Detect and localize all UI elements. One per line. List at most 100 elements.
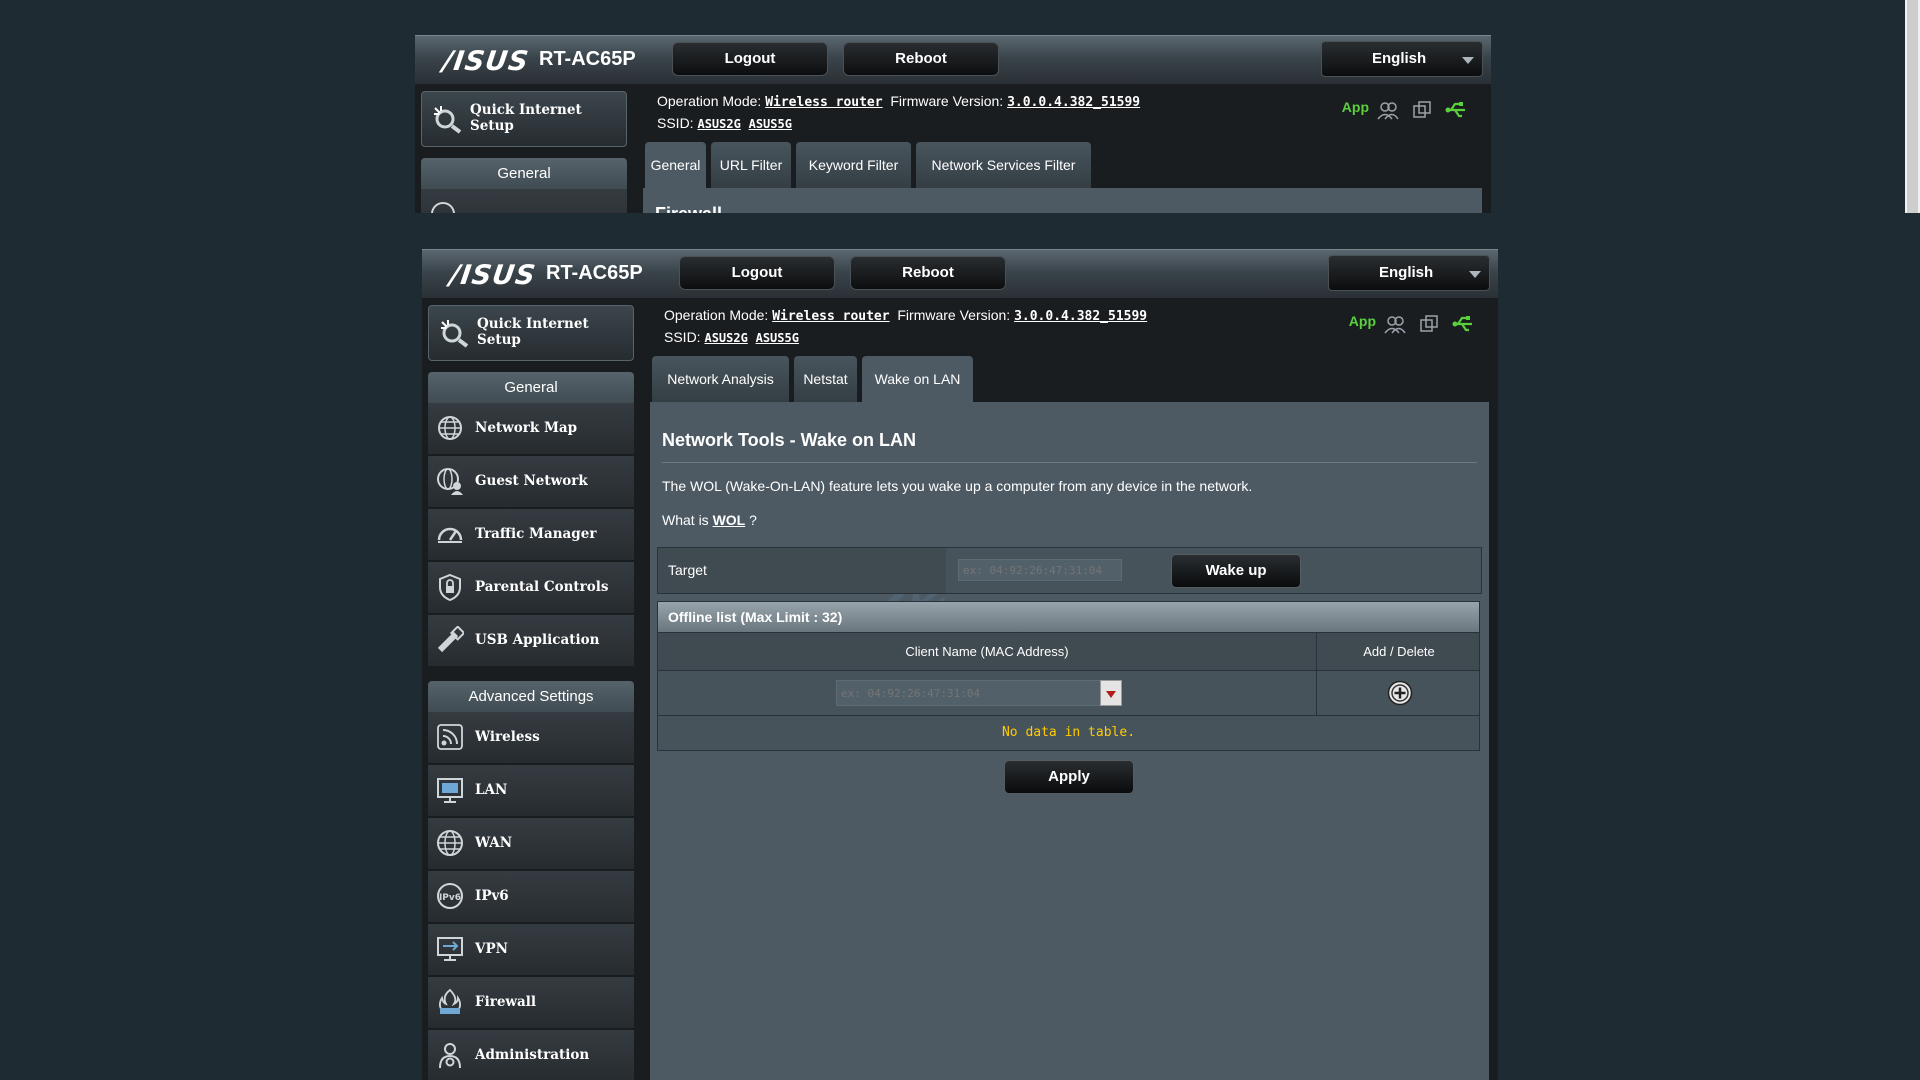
tab-network-analysis[interactable]: Network Analysis <box>652 356 789 402</box>
sidebar-item-parental-controls[interactable]: Parental Controls <box>428 562 634 614</box>
vpn-icon <box>437 937 463 961</box>
firmware-label: Firmware Version: <box>897 307 1011 323</box>
firewall-icon <box>439 988 461 1014</box>
no-data-message: No data in table. <box>657 716 1480 751</box>
sidebar-item-label: USB Application <box>475 632 600 648</box>
ssid-2g-link[interactable]: ASUS2G <box>697 117 740 131</box>
sidebar-item-administration[interactable]: Administration <box>428 1030 634 1080</box>
gauge-icon <box>437 527 463 543</box>
sidebar-item-vpn[interactable]: VPN <box>428 924 634 976</box>
sidebar-item-label: Parental Controls <box>475 579 609 595</box>
content-panel: Firewall <box>643 188 1482 213</box>
app-link[interactable]: App <box>1349 313 1376 329</box>
operation-mode-link[interactable]: Wireless router <box>772 309 889 324</box>
sidebar-item-label: WAN <box>475 835 513 851</box>
copy-window-icon[interactable] <box>1411 99 1433 121</box>
guest-network-icon <box>437 468 463 495</box>
quick-internet-setup-button[interactable]: Quick Internet Setup <box>428 305 634 361</box>
sidebar-item-lan[interactable]: LAN <box>428 765 634 817</box>
language-value: English <box>1372 50 1427 67</box>
target-label: Target <box>658 548 946 593</box>
lock-shield-icon <box>439 573 461 601</box>
sidebar-item-label: IPv6 <box>475 888 509 904</box>
firmware-label: Firmware Version: <box>890 93 1004 109</box>
firmware-link[interactable]: 3.0.0.4.382_51599 <box>1014 309 1147 324</box>
usb-icon[interactable] <box>1445 99 1467 121</box>
asus-logo: /ISUS <box>440 46 531 77</box>
logout-button[interactable]: Logout <box>679 256 835 290</box>
sidebar-item-guest-network[interactable]: Guest Network <box>428 456 634 508</box>
operation-mode-link[interactable]: Wireless router <box>765 95 882 110</box>
target-mac-input[interactable] <box>958 559 1122 581</box>
table-input-row <box>657 671 1480 716</box>
firmware-link[interactable]: 3.0.0.4.382_51599 <box>1007 95 1140 110</box>
model-name: RT-AC65P <box>546 262 643 284</box>
sidebar-item-ipv6[interactable]: IPv6 IPv6 <box>428 871 634 923</box>
tab-general[interactable]: General <box>645 142 706 188</box>
model-name: RT-AC65P <box>539 48 636 70</box>
app-link[interactable]: App <box>1342 99 1369 115</box>
wake-up-button[interactable]: Wake up <box>1171 554 1301 588</box>
language-select[interactable]: English <box>1328 255 1490 291</box>
chevron-down-icon <box>1106 691 1116 698</box>
content-panel: Te Network Tools - Wake on LAN The WOL (… <box>650 402 1489 1080</box>
sidebar-item-traffic-manager[interactable]: Traffic Manager <box>428 509 634 561</box>
sidebar-item-firewall[interactable]: Firewall <box>428 977 634 1029</box>
background-router-window: /ISUS RT-AC65P Logout Reboot English Qui… <box>415 35 1491 213</box>
usb-icon[interactable] <box>1452 313 1474 335</box>
sidebar-item-wan[interactable]: WAN <box>428 818 634 870</box>
usb-icon <box>437 626 464 653</box>
scrollbar-thumb[interactable] <box>1907 0 1918 213</box>
status-icons: App <box>1323 99 1483 121</box>
sidebar-item-wireless[interactable]: Wireless <box>428 712 634 764</box>
offline-list-header: Offline list (Max Limit : 32) <box>657 601 1480 633</box>
ssid-2g-link[interactable]: ASUS2G <box>704 331 747 345</box>
quick-internet-setup-button[interactable]: Quick Internet Setup <box>421 91 627 147</box>
status-info: Operation Mode: Wireless router Firmware… <box>657 91 1140 134</box>
client-dropdown-button[interactable] <box>1100 680 1122 706</box>
client-mac-input[interactable] <box>836 680 1122 706</box>
advanced-settings-header: Advanced Settings <box>428 681 634 712</box>
copy-window-icon[interactable] <box>1418 313 1440 335</box>
tab-wake-on-lan[interactable]: Wake on LAN <box>862 356 973 402</box>
operation-mode-label: Operation Mode: <box>657 93 762 109</box>
language-select[interactable]: English <box>1321 41 1483 77</box>
ssid-label: SSID: <box>664 329 701 345</box>
tab-keyword-filter[interactable]: Keyword Filter <box>796 142 911 188</box>
title-divider <box>662 462 1477 463</box>
ssid-5g-link[interactable]: ASUS5G <box>749 117 792 131</box>
operation-mode-label: Operation Mode: <box>664 307 769 323</box>
wan-globe-icon <box>437 830 463 856</box>
tab-network-services-filter[interactable]: Network Services Filter <box>916 142 1091 188</box>
wol-description: The WOL (Wake-On-LAN) feature lets you w… <box>662 478 1253 494</box>
sidebar-item-label: Wireless <box>475 729 540 745</box>
top-bar: /ISUS RT-AC65P Logout Reboot English <box>422 249 1498 298</box>
quick-internet-setup-label: Quick Internet Setup <box>470 102 582 134</box>
apply-button[interactable]: Apply <box>1004 760 1134 794</box>
tab-url-filter[interactable]: URL Filter <box>711 142 791 188</box>
main-router-window: /ISUS RT-AC65P Logout Reboot English Qui… <box>422 249 1498 1080</box>
tab-netstat[interactable]: Netstat <box>794 356 857 402</box>
reboot-button[interactable]: Reboot <box>843 42 999 76</box>
client-input-cell <box>658 671 1317 715</box>
clients-icon[interactable] <box>1377 99 1399 121</box>
what-is-prefix: What is <box>662 512 709 528</box>
chevron-down-icon <box>1462 57 1474 64</box>
sidebar-item-label: Guest Network <box>475 473 588 489</box>
sidebar-item-label: Network Map <box>475 420 578 436</box>
wol-help-link[interactable]: WOL <box>713 512 746 528</box>
clients-icon[interactable] <box>1384 313 1406 335</box>
sidebar-item-label: Traffic Manager <box>475 526 597 542</box>
sidebar-item-network-map[interactable] <box>421 189 627 213</box>
globe-network-icon <box>431 202 455 213</box>
sidebar-item-usb-application[interactable]: USB Application <box>428 615 634 667</box>
wireless-icon <box>437 724 463 750</box>
ssid-5g-link[interactable]: ASUS5G <box>756 331 799 345</box>
reboot-button[interactable]: Reboot <box>850 256 1006 290</box>
sidebar-item-network-map[interactable]: Network Map <box>428 403 634 455</box>
add-circle-icon[interactable] <box>1387 680 1413 706</box>
page-scrollbar[interactable] <box>1905 0 1920 213</box>
logout-button[interactable]: Logout <box>672 42 828 76</box>
sidebar-item-label: VPN <box>475 941 508 957</box>
column-add-delete: Add / Delete <box>1363 644 1435 659</box>
